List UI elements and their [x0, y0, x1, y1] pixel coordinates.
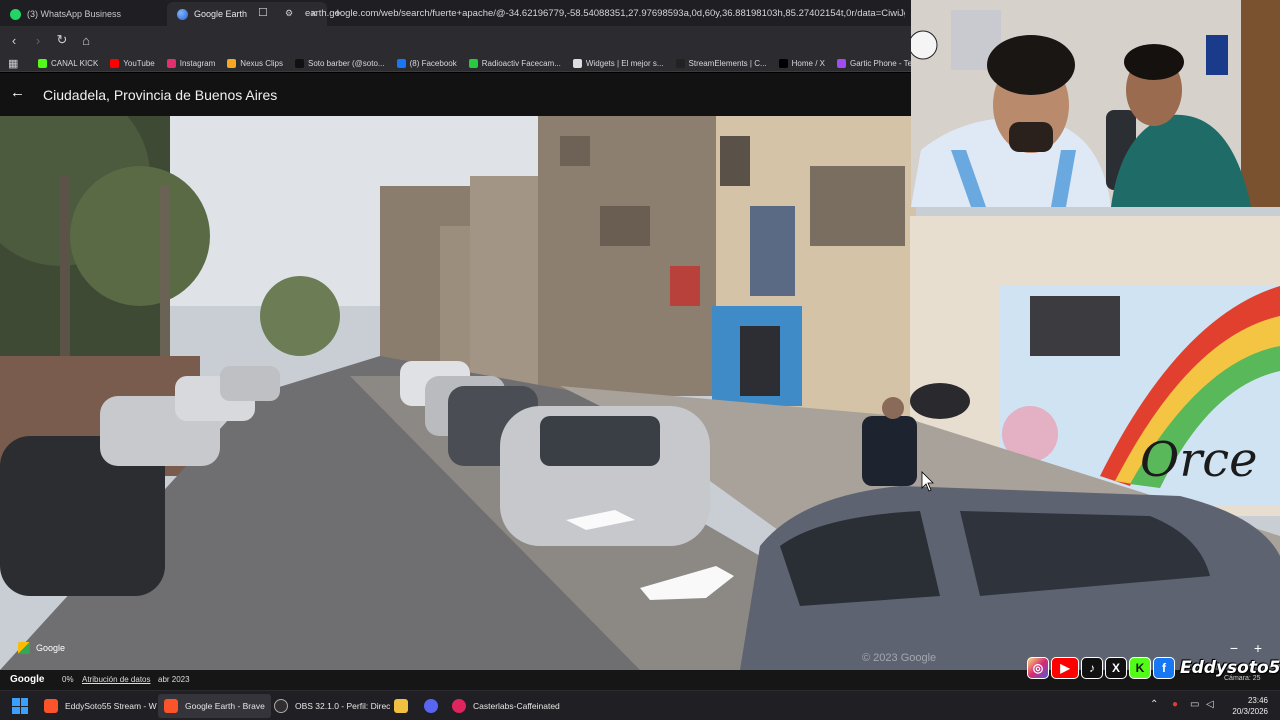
- loading-percent: 0%: [62, 675, 74, 684]
- reload-button[interactable]: ↻: [52, 32, 72, 48]
- bookmark-item[interactable]: StreamElements | C...: [675, 58, 767, 68]
- bookmark-favicon-icon: [675, 58, 685, 68]
- webcam-image: [911, 0, 1280, 207]
- volume-icon[interactable]: ◁: [1206, 699, 1214, 710]
- casterlabs-icon: [452, 699, 466, 713]
- google-badge: Google: [18, 642, 65, 654]
- imagery-date: abr 2023: [158, 675, 190, 684]
- brave-icon: [44, 699, 58, 713]
- webcam-overlay: [911, 0, 1280, 207]
- tab-whatsapp[interactable]: (3) WhatsApp Business: [0, 2, 166, 26]
- bookmark-item[interactable]: CANAL KICK: [38, 58, 99, 68]
- system-clock[interactable]: 23:46 20/3/2026: [1232, 695, 1268, 717]
- tray-overflow-icon[interactable]: ⌃: [1150, 699, 1158, 710]
- back-button[interactable]: ‹: [4, 33, 24, 48]
- instagram-icon: ◎: [1027, 657, 1049, 679]
- tab-google-earth[interactable]: Google Earth ×: [167, 2, 327, 26]
- site-info-icon[interactable]: ⚙: [285, 8, 293, 19]
- browser-toolbar: ‹ › ↻ ⌂: [0, 26, 912, 54]
- svg-text:Orce: Orce: [1140, 432, 1258, 488]
- taskbar-item-obs[interactable]: OBS 32.1.0 - Perfil: Direc: [268, 694, 396, 718]
- taskbar-item-discord[interactable]: [418, 694, 444, 718]
- taskbar-item-casterlabs[interactable]: Casterlabs-Caffeinated: [446, 694, 566, 718]
- bookmark-label: CANAL KICK: [51, 58, 99, 68]
- footer-google-logo: Google: [10, 674, 45, 685]
- back-arrow-icon[interactable]: ←: [10, 84, 25, 101]
- bookmark-label: Radioactiv Facecam...: [481, 58, 561, 68]
- bookmark-label: Instagram: [179, 58, 216, 68]
- obs-icon: [274, 699, 288, 713]
- tab-label: Google Earth: [194, 9, 248, 19]
- bookmark-favicon-icon: [294, 58, 304, 68]
- bookmark-item[interactable]: Radioactiv Facecam...: [468, 58, 561, 68]
- pegman-icon: [18, 642, 30, 654]
- bookmark-label: StreamElements | C...: [688, 58, 767, 68]
- microphone-icon[interactable]: ●: [1172, 699, 1178, 710]
- bookmarks-bar: ▦ CANAL KICK YouTube Instagram Nexus Clips S…: [0, 54, 912, 72]
- google-earth-icon: [177, 8, 188, 20]
- bookmark-favicon-icon: [396, 58, 406, 68]
- tab-label: (3) WhatsApp Business: [27, 9, 122, 19]
- taskbar-label: OBS 32.1.0 - Perfil: Direc: [295, 701, 391, 711]
- taskbar-label: Casterlabs-Caffeinated: [473, 701, 560, 711]
- bookmark-item[interactable]: Instagram: [166, 58, 216, 68]
- taskbar-label: Google Earth - Brave: [185, 701, 265, 711]
- bookmark-item[interactable]: Nexus Clips: [227, 58, 283, 68]
- clock-time: 23:46: [1247, 696, 1268, 705]
- bookmark-label: Nexus Clips: [240, 58, 283, 68]
- place-title: Ciudadela, Provincia de Buenos Aires: [43, 87, 278, 103]
- bookmark-label: Soto barber (@soto...: [307, 58, 385, 68]
- windows-taskbar: EddySoto55 Stream - W Google Earth - Bra…: [0, 690, 1280, 720]
- folder-icon: [394, 699, 408, 713]
- bookmark-item[interactable]: Widgets | El mejor s...: [572, 58, 664, 68]
- badge-label: Google: [36, 643, 66, 653]
- zoom-in-button[interactable]: +: [1249, 640, 1267, 656]
- apps-grid-icon[interactable]: ▦: [8, 57, 18, 70]
- bookmark-label: Widgets | El mejor s...: [585, 58, 664, 68]
- address-bar[interactable]: earth.google.com/web/search/fuerte+apach…: [305, 8, 905, 19]
- bookmark-item[interactable]: YouTube: [110, 58, 155, 68]
- tiktok-icon: ♪: [1081, 657, 1103, 679]
- bookmark-label: (8) Facebook: [409, 58, 457, 68]
- taskbar-label: EddySoto55 Stream - W: [65, 701, 157, 711]
- facebook-icon: f: [1153, 657, 1175, 679]
- bookmark-label: Gartic Phone - Tele: [849, 58, 912, 68]
- watermark: © 2023 Google: [862, 652, 936, 664]
- taskbar-item-brave-stream[interactable]: EddySoto55 Stream - W: [38, 694, 163, 718]
- zoom-out-button[interactable]: −: [1225, 640, 1243, 656]
- earth-header: ← Ciudadela, Provincia de Buenos Aires: [0, 73, 912, 116]
- bookmark-favicon-icon: [38, 58, 47, 68]
- bookmark-favicon-icon: [778, 58, 788, 68]
- youtube-icon: ▶: [1051, 657, 1079, 679]
- data-attribution-link[interactable]: Atribución de datos: [82, 675, 151, 684]
- forward-button[interactable]: ›: [28, 33, 48, 48]
- bookmark-label: Home / X: [791, 58, 825, 68]
- bookmark-item[interactable]: (8) Facebook: [396, 58, 457, 68]
- bookmark-favicon-icon: [572, 58, 582, 68]
- bookmark-page-icon[interactable]: ☐: [258, 6, 268, 19]
- bookmark-favicon-icon: [110, 58, 120, 68]
- bookmark-list: CANAL KICK YouTube Instagram Nexus Clips Sot…: [38, 54, 912, 71]
- kick-icon: K: [1129, 657, 1151, 679]
- taskbar-item-file-explorer[interactable]: [388, 694, 414, 718]
- clock-date: 20/3/2026: [1232, 707, 1268, 716]
- brave-icon: [164, 699, 178, 713]
- bookmark-favicon-icon: [836, 58, 846, 68]
- bookmark-item[interactable]: Soto barber (@soto...: [294, 58, 385, 68]
- discord-icon: [424, 699, 438, 713]
- x-icon: X: [1105, 657, 1127, 679]
- whatsapp-icon: [10, 8, 21, 20]
- taskbar-item-google-earth[interactable]: Google Earth - Brave: [158, 694, 271, 718]
- bookmark-favicon-icon: [468, 58, 478, 68]
- windows-start-icon[interactable]: [12, 698, 28, 714]
- bookmark-item[interactable]: Home / X: [778, 58, 825, 68]
- screen: (3) WhatsApp Business Google Earth × + ‹…: [0, 0, 1280, 720]
- bookmark-item[interactable]: Gartic Phone - Tele: [836, 58, 912, 68]
- network-icon[interactable]: ▭: [1190, 699, 1199, 710]
- bookmark-favicon-icon: [227, 58, 237, 68]
- camera-label: Cámara: 25: [1224, 675, 1261, 682]
- home-button[interactable]: ⌂: [76, 33, 96, 48]
- bookmark-label: YouTube: [123, 58, 155, 68]
- bookmark-favicon-icon: [166, 58, 176, 68]
